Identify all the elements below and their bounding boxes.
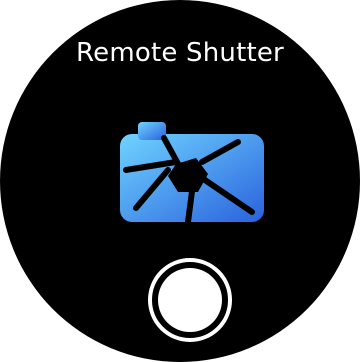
camera-aperture-icon xyxy=(120,122,264,224)
app-title: Remote Shutter xyxy=(76,38,284,68)
shutter-button-icon xyxy=(158,268,222,332)
watch-screen: Remote Shutter xyxy=(0,0,360,362)
shutter-button[interactable] xyxy=(148,258,232,342)
